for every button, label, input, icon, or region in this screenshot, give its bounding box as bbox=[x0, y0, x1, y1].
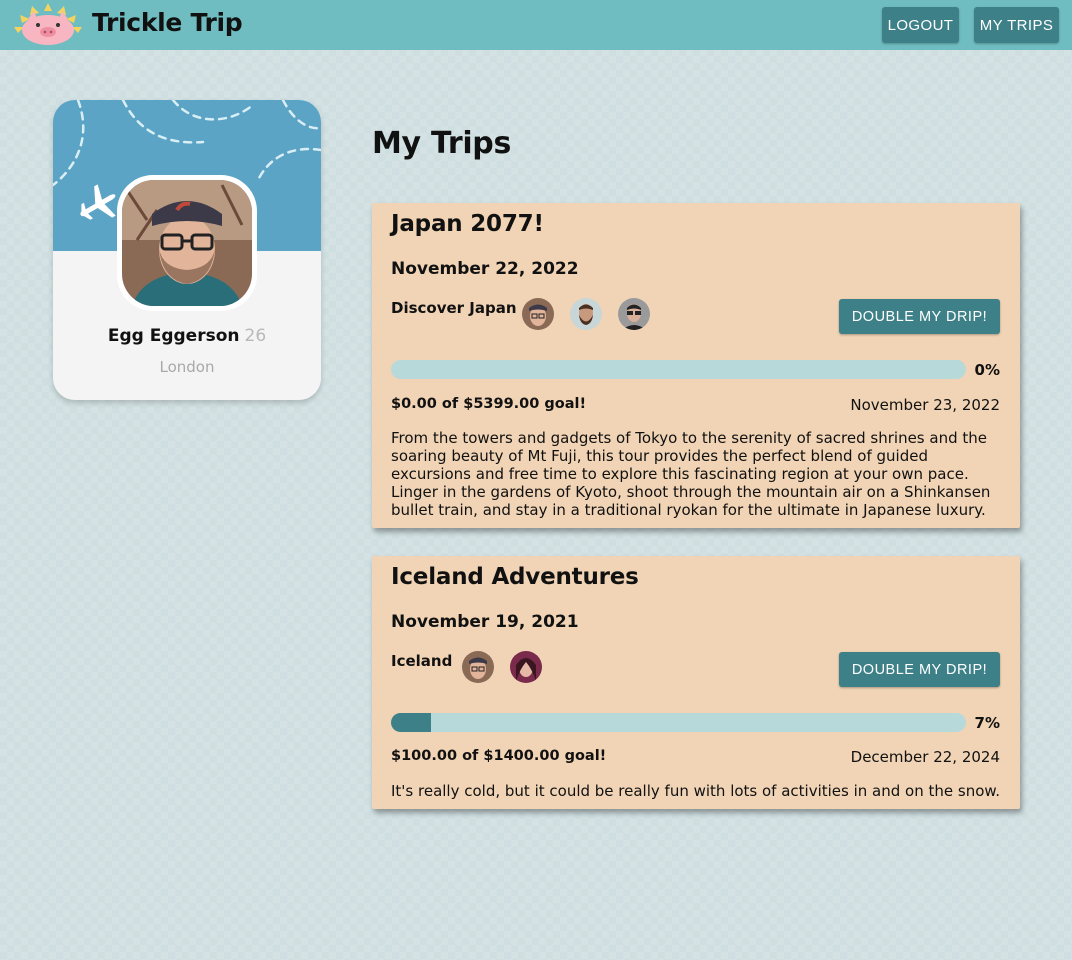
user-photo bbox=[122, 180, 252, 306]
trip-description: From the towers and gadgets of Tokyo to … bbox=[391, 429, 991, 519]
trip-description: It's really cold, but it could be really… bbox=[391, 782, 1001, 800]
goal-text: $100.00 of $1400.00 goal! bbox=[391, 748, 607, 764]
progress-fill bbox=[391, 713, 431, 732]
my-trips-button[interactable]: MY TRIPS bbox=[974, 7, 1059, 43]
user-age: 26 bbox=[244, 326, 267, 346]
user-name: Egg Eggerson bbox=[107, 326, 240, 346]
double-my-drip-button[interactable]: DOUBLE MY DRIP! bbox=[839, 299, 1000, 334]
progress-bar bbox=[391, 713, 966, 732]
target-date: November 23, 2022 bbox=[850, 396, 1000, 414]
trip-destination: Iceland bbox=[391, 652, 453, 670]
trip-card: Iceland Adventures November 19, 2021 Ice… bbox=[372, 556, 1020, 809]
trip-title: Japan 2077! bbox=[391, 211, 544, 237]
trip-date: November 19, 2021 bbox=[391, 612, 579, 632]
brand-title[interactable]: Trickle Trip bbox=[92, 8, 243, 37]
companion-avatar[interactable] bbox=[462, 651, 494, 683]
target-date: December 22, 2024 bbox=[850, 748, 1000, 766]
profile-card: Egg Eggerson 26 London bbox=[53, 100, 321, 400]
companion-avatar[interactable] bbox=[570, 298, 602, 330]
user-city: London bbox=[159, 358, 215, 376]
double-my-drip-button[interactable]: DOUBLE MY DRIP! bbox=[839, 652, 1000, 687]
piggy-bank-logo-icon[interactable] bbox=[10, 3, 86, 45]
trip-title: Iceland Adventures bbox=[391, 564, 639, 590]
page-title: My Trips bbox=[372, 126, 512, 161]
companion-avatar[interactable] bbox=[510, 651, 542, 683]
profile-name: Egg Eggerson 26 bbox=[53, 326, 321, 346]
avatar[interactable] bbox=[117, 175, 257, 311]
logout-button[interactable]: LOGOUT bbox=[882, 7, 959, 43]
trip-card: Japan 2077! November 22, 2022 Discover J… bbox=[372, 203, 1020, 528]
top-nav-bar: Trickle Trip LOGOUT MY TRIPS bbox=[0, 0, 1072, 50]
companion-avatar[interactable] bbox=[522, 298, 554, 330]
progress-percent: 0% bbox=[974, 361, 1000, 379]
trip-destination: Discover Japan bbox=[391, 299, 517, 317]
trip-date: November 22, 2022 bbox=[391, 259, 579, 279]
companion-avatar[interactable] bbox=[618, 298, 650, 330]
progress-percent: 7% bbox=[974, 714, 1000, 732]
progress-bar bbox=[391, 360, 966, 379]
goal-text: $0.00 of $5399.00 goal! bbox=[391, 396, 587, 412]
